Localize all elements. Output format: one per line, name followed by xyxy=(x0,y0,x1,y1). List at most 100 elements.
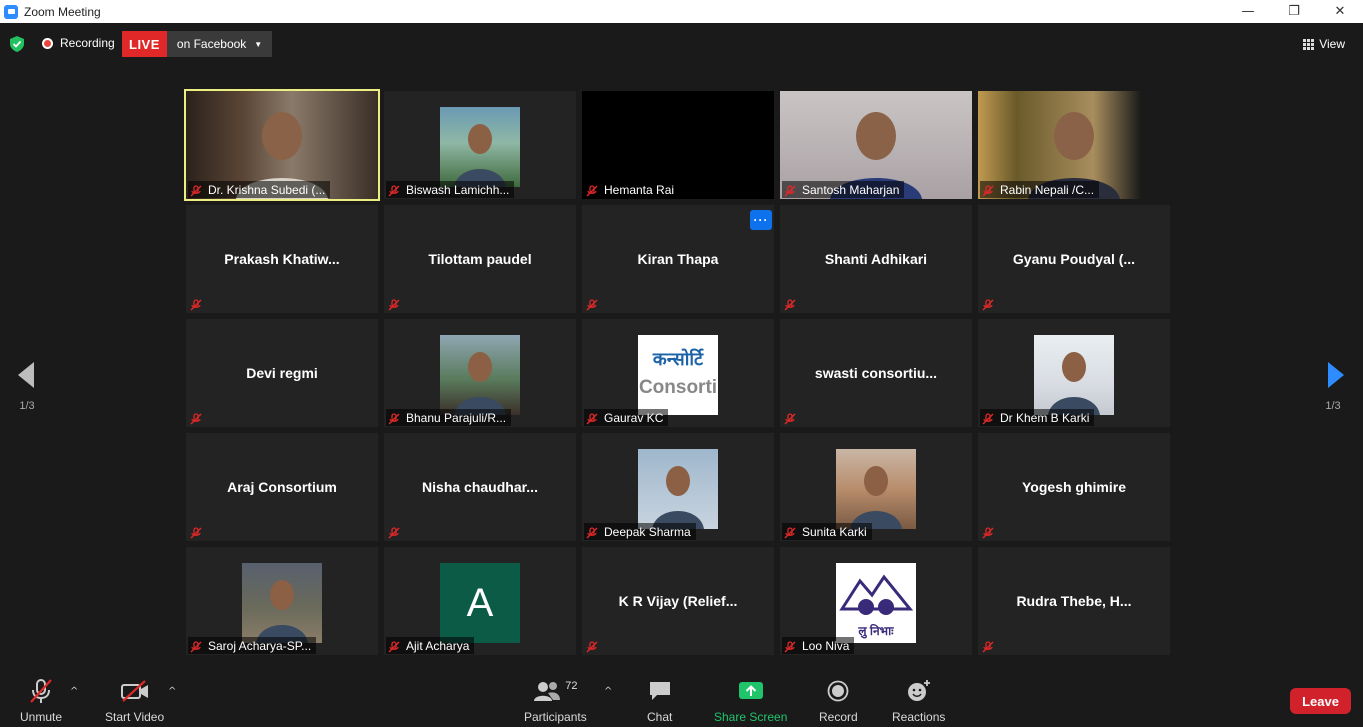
unmute-label: Unmute xyxy=(20,710,63,724)
muted-microphone-icon xyxy=(190,640,202,653)
participant-tile[interactable]: Shanti Adhikari xyxy=(780,205,972,313)
reactions-smiley-icon xyxy=(907,680,930,701)
participant-name-label: Saroj Acharya-SP... xyxy=(188,637,317,654)
security-shield-icon[interactable] xyxy=(10,36,24,52)
muted-microphone-icon xyxy=(982,184,994,197)
maximize-button[interactable]: ❐ xyxy=(1271,0,1317,23)
participant-name: Tilottam paudel xyxy=(428,251,532,267)
muted-microphone-icon xyxy=(982,298,994,311)
close-button[interactable]: ✕ xyxy=(1317,0,1363,23)
participant-name: K R Vijay (Relief... xyxy=(618,593,738,609)
muted-microphone-icon xyxy=(982,526,994,539)
participants-button[interactable]: 72 Participants xyxy=(524,676,587,724)
participant-name-label: Rabin Nepali /C... xyxy=(980,181,1100,198)
view-button[interactable]: View xyxy=(1299,33,1349,55)
more-options-button[interactable]: ··· xyxy=(750,210,772,230)
share-screen-button[interactable]: Share Screen xyxy=(714,676,787,724)
chat-bubble-icon xyxy=(649,682,670,700)
recording-indicator[interactable]: Recording xyxy=(42,36,115,50)
muted-microphone-icon xyxy=(388,298,400,311)
muted-microphone-icon xyxy=(784,412,796,425)
participant-tile[interactable]: Biswash Lamichh... xyxy=(384,91,576,199)
audio-options-caret-icon[interactable]: ^ xyxy=(70,686,78,697)
reactions-button[interactable]: Reactions xyxy=(892,676,945,724)
view-label: View xyxy=(1319,37,1345,51)
meeting-topbar: Recording LIVE on Facebook ▼ View xyxy=(0,23,1363,65)
recording-dot-icon xyxy=(42,37,53,49)
grid-view-icon xyxy=(1303,38,1315,50)
share-screen-label: Share Screen xyxy=(714,710,788,724)
record-button[interactable]: Record xyxy=(819,676,858,724)
start-video-button[interactable]: Start Video xyxy=(105,676,164,724)
caret-down-icon: ▼ xyxy=(254,39,263,49)
participant-tile[interactable]: Hemanta Rai xyxy=(582,91,774,199)
participant-name-label: Santosh Maharjan xyxy=(782,181,905,198)
profile-picture-logo: कन्सोर्टि Consorti xyxy=(638,335,718,415)
participant-name: Gyanu Poudyal (... xyxy=(1012,251,1136,267)
minimize-button[interactable]: — xyxy=(1225,0,1271,23)
participants-options-caret-icon[interactable]: ^ xyxy=(604,686,612,697)
participant-tile[interactable]: Araj Consortium xyxy=(186,433,378,541)
participant-name-label: Deepak Sharma xyxy=(584,523,696,540)
previous-page-arrow-icon[interactable] xyxy=(16,360,36,390)
muted-microphone-icon xyxy=(784,526,796,539)
participant-tile[interactable]: Nisha chaudhar... xyxy=(384,433,576,541)
recording-label: Recording xyxy=(60,36,115,50)
video-off-camera-icon xyxy=(120,680,148,702)
video-options-caret-icon[interactable]: ^ xyxy=(168,686,176,697)
participant-tile[interactable]: K R Vijay (Relief... xyxy=(582,547,774,655)
muted-microphone-icon xyxy=(388,184,400,197)
participant-tile[interactable]: Yogesh ghimire xyxy=(978,433,1170,541)
zoom-app-icon xyxy=(4,4,18,19)
live-badge: LIVE xyxy=(122,31,167,57)
muted-microphone-icon xyxy=(982,412,994,425)
next-page-arrow-icon[interactable] xyxy=(1326,360,1346,390)
live-target-dropdown[interactable]: on Facebook ▼ xyxy=(166,31,273,57)
start-video-label: Start Video xyxy=(105,710,165,724)
profile-picture-logo: लु निभाः xyxy=(836,563,916,643)
muted-microphone-icon xyxy=(388,640,400,653)
participant-tile[interactable]: Gyanu Poudyal (... xyxy=(978,205,1170,313)
participant-name-label: Dr Khem B Karki xyxy=(980,409,1095,426)
avatar-initial: A xyxy=(466,580,494,625)
profile-picture xyxy=(836,449,916,529)
muted-microphone-icon xyxy=(784,640,796,653)
participant-name: Yogesh ghimire xyxy=(1022,479,1126,495)
muted-microphone-icon xyxy=(586,526,598,539)
live-stream-indicator[interactable]: LIVE on Facebook ▼ xyxy=(122,31,273,57)
profile-picture xyxy=(638,449,718,529)
participant-tile[interactable]: लु निभाः Loo Niva xyxy=(780,547,972,655)
share-screen-icon xyxy=(738,682,763,699)
participant-tile[interactable]: A Ajit Acharya xyxy=(384,547,576,655)
participant-tile[interactable]: Saroj Acharya-SP... xyxy=(186,547,378,655)
initial-avatar: A xyxy=(440,563,520,643)
chat-button[interactable]: Chat xyxy=(647,676,672,724)
video-gallery: Dr. Krishna Subedi (... Biswash Lamichh..… xyxy=(184,89,1174,657)
participant-tile[interactable]: Deepak Sharma xyxy=(582,433,774,541)
muted-microphone-icon xyxy=(388,526,400,539)
participant-name-label: Hemanta Rai xyxy=(584,181,680,198)
participant-tile[interactable]: Sunita Karki xyxy=(780,433,972,541)
participant-name: Devi regmi xyxy=(246,365,318,381)
leave-button[interactable]: Leave xyxy=(1290,688,1351,714)
muted-microphone-icon xyxy=(190,298,202,311)
participant-name: swasti consortiu... xyxy=(814,365,938,381)
participant-tile[interactable]: Tilottam paudel xyxy=(384,205,576,313)
participant-tile[interactable]: Bhanu Parajuli/R... xyxy=(384,319,576,427)
participant-tile[interactable]: Rudra Thebe, H... xyxy=(978,547,1170,655)
participant-tile[interactable]: Santosh Maharjan xyxy=(780,91,972,199)
chat-label: Chat xyxy=(647,710,673,724)
participant-tile[interactable]: Kiran Thapa ··· xyxy=(582,205,774,313)
participant-tile[interactable]: Devi regmi xyxy=(186,319,378,427)
participant-name: Kiran Thapa xyxy=(637,251,719,267)
participant-tile[interactable]: Dr. Krishna Subedi (... xyxy=(184,89,380,201)
participant-tile[interactable]: Prakash Khatiw... xyxy=(186,205,378,313)
participant-tile[interactable]: swasti consortiu... xyxy=(780,319,972,427)
unmute-button[interactable]: Unmute xyxy=(20,676,62,724)
participant-tile[interactable]: Dr Khem B Karki xyxy=(978,319,1170,427)
participant-tile[interactable]: कन्सोर्टि Consorti Gaurav KC xyxy=(582,319,774,427)
participants-icon xyxy=(534,682,561,701)
muted-microphone-icon xyxy=(388,412,400,425)
participant-tile[interactable]: Rabin Nepali /C... xyxy=(978,91,1170,199)
participant-name: Rudra Thebe, H... xyxy=(1016,593,1132,609)
